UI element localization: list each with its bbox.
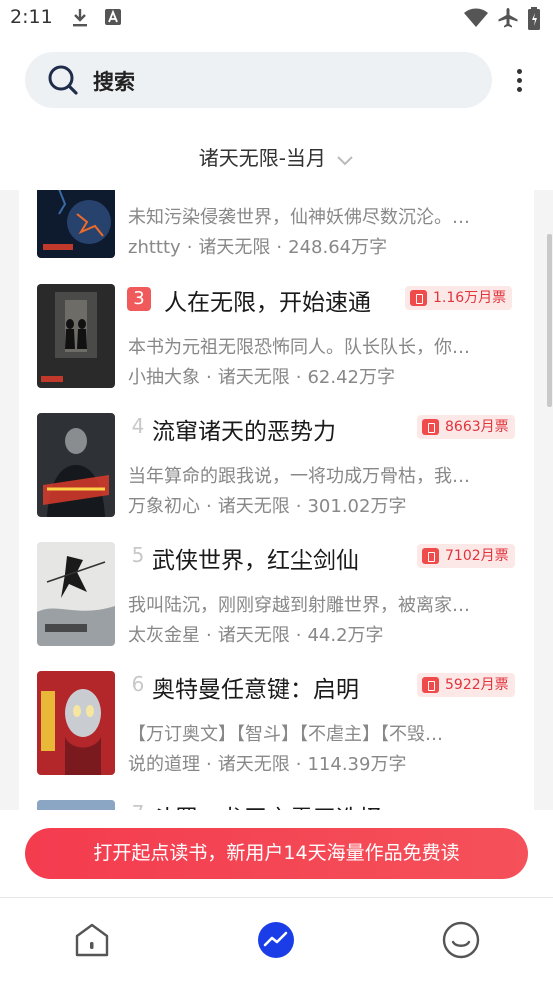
book-rank: 4 (131, 414, 145, 438)
book-description: 我叫陆沉，刚刚穿越到射雕世界，被离家… (128, 595, 470, 616)
book-word-count: 44.2万字 (307, 625, 384, 646)
book-genre: 诸天无限 (217, 496, 290, 517)
monthly-ticket-badge: 8663月票 (417, 415, 515, 439)
more-options-icon[interactable] (508, 66, 530, 96)
book-author: 太灰金星 (128, 625, 200, 646)
book-item[interactable]: 4 流窜诸天的恶势力 8663月票 当年算命的跟我说，一将功成万骨枯，我… 万象… (19, 401, 534, 530)
ticket-icon (422, 548, 439, 564)
book-cover (37, 800, 115, 810)
book-word-count: 301.02万字 (307, 496, 407, 517)
book-list[interactable]: 未知污染侵袭世界，仙神妖佛尽数沉沦。… zhttty · 诸天无限 · 248.64万字… (19, 190, 534, 810)
download-icon (70, 7, 90, 33)
banner-area: 打开起点读书，新用户14天海量作品免费读 (0, 810, 553, 897)
book-word-count: 114.39万字 (307, 754, 407, 775)
airplane-icon (496, 7, 520, 33)
book-cover (37, 413, 115, 517)
book-author: 说的道理 (128, 754, 200, 775)
book-meta: 说的道理 · 诸天无限 · 114.39万字 (128, 754, 407, 775)
book-item[interactable]: 5 武侠世界，红尘剑仙 7102月票 我叫陆沉，刚刚穿越到射雕世界，被离家… 太… (19, 530, 534, 659)
book-rank: 3 (127, 287, 151, 311)
monthly-ticket-badge: 7102月票 (417, 544, 515, 568)
book-word-count: 62.42万字 (307, 367, 395, 388)
book-rank: 6 (131, 672, 145, 696)
search-icon (47, 64, 79, 100)
book-rank: 7 (127, 801, 149, 810)
book-item[interactable]: 未知污染侵袭世界，仙神妖佛尽数沉沦。… zhttty · 诸天无限 · 248.64万字 (19, 190, 534, 271)
open-app-banner[interactable]: 打开起点读书，新用户14天海量作品免费读 (25, 828, 528, 879)
search-bar[interactable]: 搜索 (25, 52, 492, 108)
header: 搜索 诸天无限-当月 (0, 38, 553, 190)
book-genre: 诸天无限 (217, 367, 290, 388)
status-time: 2:11 (10, 6, 53, 28)
ticket-count: 7102月票 (445, 548, 509, 564)
profile-icon[interactable] (441, 920, 481, 960)
status-bar: 2:11 (0, 0, 553, 38)
book-genre: 诸天无限 (217, 754, 290, 775)
book-meta: zhttty · 诸天无限 · 248.64万字 (128, 237, 388, 258)
book-description: 【万订奥文】【智斗】【不虐主】【不毁… (128, 724, 443, 745)
book-item[interactable]: 6 奥特曼任意键：启明 5922月票 【万订奥文】【智斗】【不虐主】【不毁… 说… (19, 659, 534, 788)
book-description: 本书为元祖无限恐怖同人。队长队长，你… (128, 337, 470, 358)
ticket-icon (422, 419, 439, 435)
book-meta: 万象初心 · 诸天无限 · 301.02万字 (128, 496, 407, 517)
book-meta: 小抽大象 · 诸天无限 · 62.42万字 (128, 367, 395, 388)
book-item[interactable]: 7 斗罗：龙王之霜天选择… (19, 788, 534, 810)
book-title: 流窜诸天的恶势力 (152, 419, 336, 445)
app-notification-icon (104, 7, 122, 31)
book-title: 武侠世界，红尘剑仙 (152, 548, 359, 574)
ticket-count: 8663月票 (445, 419, 509, 435)
ticket-count: 5922月票 (445, 677, 509, 693)
book-title: 奥特曼任意键：启明 (152, 677, 359, 703)
book-word-count: 248.64万字 (288, 237, 388, 258)
book-author: zhttty (128, 237, 181, 258)
ticket-icon (410, 290, 427, 306)
book-genre: 诸天无限 (198, 237, 271, 258)
book-title: 人在无限，开始速通 (164, 290, 371, 316)
monthly-ticket-badge: 5922月票 (417, 673, 515, 697)
bottom-tab-bar (0, 897, 553, 983)
category-selector[interactable]: 诸天无限-当月 (0, 142, 553, 172)
monthly-ticket-badge: 1.16万月票 (405, 286, 513, 310)
book-description: 当年算命的跟我说，一将功成万骨枯，我… (128, 466, 470, 487)
trend-icon[interactable] (256, 920, 296, 960)
book-rank: 5 (131, 543, 145, 567)
battery-icon (527, 7, 541, 35)
book-cover (37, 190, 115, 258)
book-author: 小抽大象 (128, 367, 200, 388)
book-meta: 太灰金星 · 诸天无限 · 44.2万字 (128, 625, 384, 646)
chevron-down-icon (336, 148, 354, 172)
scrollbar[interactable] (547, 234, 552, 407)
book-cover (37, 542, 115, 646)
book-title: 斗罗：龙王之霜天选择… (152, 799, 405, 810)
book-item[interactable]: 3 人在无限，开始速通 1.16万月票 本书为元祖无限恐怖同人。队长队长，你… … (19, 272, 534, 401)
book-genre: 诸天无限 (217, 625, 290, 646)
ticket-count: 1.16万月票 (433, 290, 507, 306)
category-label: 诸天无限-当月 (198, 146, 326, 170)
home-icon[interactable] (72, 920, 112, 960)
book-cover (37, 284, 115, 388)
search-label: 搜索 (93, 70, 135, 94)
wifi-icon (463, 7, 489, 33)
book-cover (37, 671, 115, 775)
book-author: 万象初心 (128, 496, 200, 517)
book-description: 未知污染侵袭世界，仙神妖佛尽数沉沦。… (128, 207, 470, 228)
ticket-icon (422, 677, 439, 693)
